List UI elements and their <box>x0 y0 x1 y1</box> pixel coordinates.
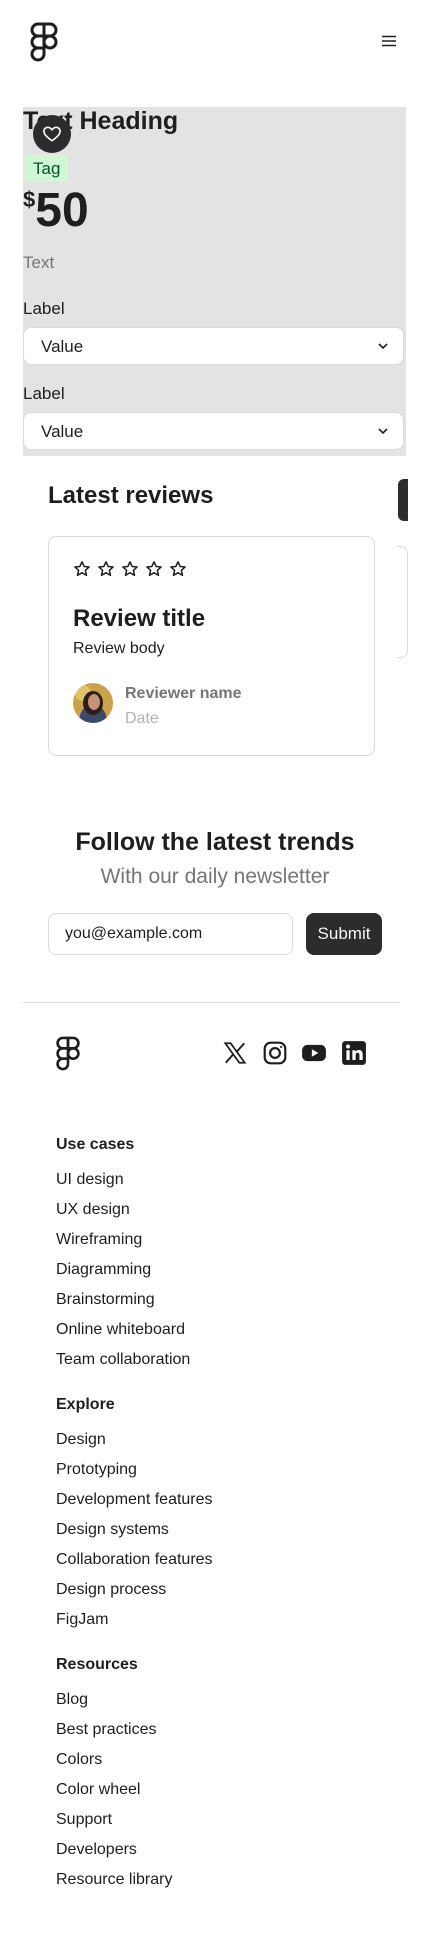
price-amount: 50 <box>35 184 89 237</box>
footer-link[interactable]: Team collaboration <box>56 1351 190 1369</box>
email-field[interactable] <box>48 913 293 955</box>
avatar <box>73 683 113 723</box>
footer-link[interactable]: Brainstorming <box>56 1291 155 1309</box>
youtube-icon[interactable] <box>301 1040 327 1066</box>
review-date: Date <box>125 710 159 727</box>
footer-link[interactable]: Resource library <box>56 1871 172 1889</box>
linkedin-icon[interactable] <box>341 1040 367 1066</box>
footer-link[interactable]: Developers <box>56 1841 137 1859</box>
reviewer-name: Reviewer name <box>125 685 242 702</box>
chevron-down-icon <box>378 428 388 435</box>
select-value: Value <box>41 337 84 356</box>
footer-link[interactable]: Prototyping <box>56 1461 137 1479</box>
star-icon <box>122 561 138 577</box>
chevron-down-icon <box>378 343 388 350</box>
reviews-heading: Latest reviews <box>48 482 214 509</box>
field-label: Label <box>23 299 65 318</box>
review-title: Review title <box>73 605 206 632</box>
newsletter-subtitle: With our daily newsletter <box>100 865 330 888</box>
star-icon <box>170 561 186 577</box>
footer-link[interactable]: Collaboration features <box>56 1551 213 1569</box>
footer-link[interactable]: Color wheel <box>56 1781 140 1799</box>
product-price: $50 <box>23 187 89 235</box>
footer-link[interactable]: Design systems <box>56 1521 169 1539</box>
select-field-2[interactable]: Value <box>23 412 404 450</box>
reviews-action-button[interactable] <box>398 479 408 521</box>
footer-link[interactable]: Design <box>56 1431 106 1449</box>
star-icon <box>74 561 90 577</box>
header <box>0 0 430 84</box>
footer-link[interactable]: Wireframing <box>56 1231 142 1249</box>
heart-icon <box>43 126 61 142</box>
select-field-1[interactable]: Value <box>23 327 404 365</box>
footer-link[interactable]: Support <box>56 1811 112 1829</box>
newsletter-title: Follow the latest trends <box>75 828 355 856</box>
footer-column-title: Use cases <box>56 1136 135 1153</box>
price-currency: $ <box>23 187 36 212</box>
footer-link[interactable]: Development features <box>56 1491 213 1509</box>
figma-logo[interactable] <box>55 1035 81 1072</box>
star-rating <box>73 560 187 578</box>
footer-link[interactable]: Design process <box>56 1581 166 1599</box>
review-card-next <box>397 546 408 658</box>
field-label: Label <box>23 384 65 403</box>
footer-column-title: Explore <box>56 1396 115 1413</box>
footer-link[interactable]: Diagramming <box>56 1261 151 1279</box>
footer-link[interactable]: UI design <box>56 1171 124 1189</box>
review-body: Review body <box>73 640 165 657</box>
footer-link[interactable]: Colors <box>56 1751 102 1769</box>
figma-logo[interactable] <box>29 22 59 62</box>
footer-link[interactable]: Blog <box>56 1691 88 1709</box>
product-text: Text <box>23 253 55 272</box>
footer-link[interactable]: Online whiteboard <box>56 1321 185 1339</box>
footer-link[interactable]: FigJam <box>56 1611 108 1629</box>
product-panel <box>23 107 406 456</box>
star-icon <box>146 561 162 577</box>
review-card: Review title Review body Reviewer name D… <box>48 536 375 756</box>
submit-button[interactable]: Submit <box>306 913 382 955</box>
favorite-button[interactable] <box>33 115 71 153</box>
footer-link[interactable]: Best practices <box>56 1721 156 1739</box>
select-value: Value <box>41 422 84 441</box>
instagram-icon[interactable] <box>262 1040 288 1066</box>
hamburger-menu-icon[interactable] <box>380 32 398 50</box>
footer-link[interactable]: UX design <box>56 1201 130 1219</box>
divider <box>23 1002 400 1003</box>
product-tag: Tag <box>25 155 69 182</box>
star-icon <box>98 561 114 577</box>
x-icon[interactable] <box>222 1040 248 1066</box>
footer-column-title: Resources <box>56 1656 138 1673</box>
